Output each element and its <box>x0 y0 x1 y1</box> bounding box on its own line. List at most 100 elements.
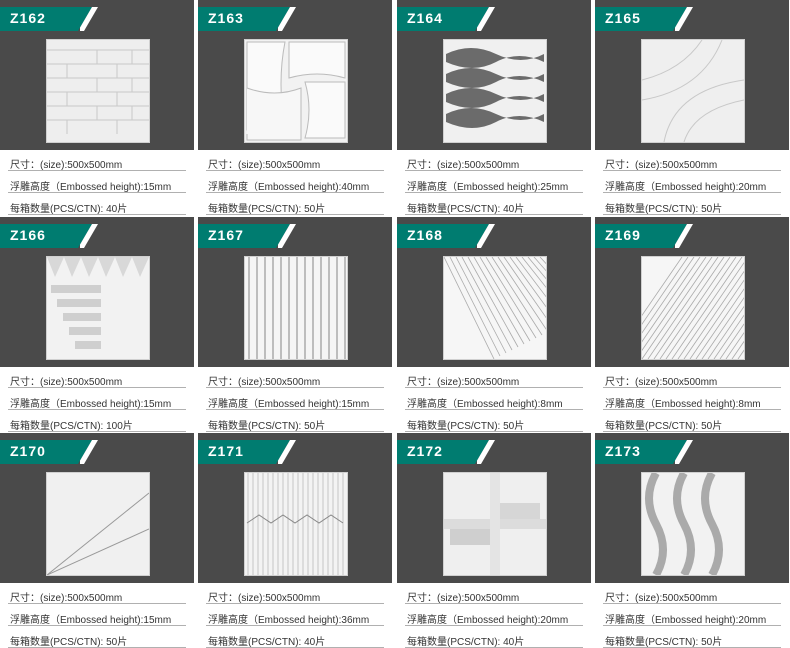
spec-height: 浮雕高度（Embossed height):8mm <box>605 399 761 410</box>
spec-size: 尺寸：(size):500x500mm <box>10 160 123 171</box>
product-catalog-grid: Z162 尺寸：(size):500x500mm 浮雕高度（Embossed he… <box>0 0 790 648</box>
spec-divider <box>206 214 384 215</box>
ribbed-arches-panel-icon <box>245 473 347 575</box>
product-code: Z169 <box>605 227 641 243</box>
spec-height: 浮雕高度（Embossed height):36mm <box>208 615 370 626</box>
spec-divider <box>405 214 583 215</box>
spec-divider <box>8 409 186 410</box>
cross-blocks-panel-icon <box>444 473 546 575</box>
product-card-z172: Z172 尺寸：(size):500x500mm 浮雕高度（Embossed he… <box>397 433 591 648</box>
product-spec-area: 尺寸：(size):500x500mm 浮雕高度（Embossed height)… <box>595 583 789 648</box>
product-spec-area: 尺寸：(size):500x500mm 浮雕高度（Embossed height)… <box>397 367 591 432</box>
spec-divider <box>8 170 186 171</box>
product-code: Z171 <box>208 443 244 459</box>
spec-height: 浮雕高度（Embossed height):15mm <box>10 399 172 410</box>
spec-height: 浮雕高度（Embossed height):40mm <box>208 182 370 193</box>
spec-height: 浮雕高度（Embossed height):15mm <box>10 182 172 193</box>
product-code: Z162 <box>10 10 46 26</box>
spec-size: 尺寸：(size):500x500mm <box>10 377 123 388</box>
product-code: Z167 <box>208 227 244 243</box>
product-card-z168: Z168 尺寸：(size):500x500mm 浮雕高度（Embossed he… <box>397 217 591 432</box>
spec-height: 浮雕高度（Embossed height):15mm <box>208 399 370 410</box>
spec-count: 每箱数量(PCS/CTN): 50片 <box>10 637 128 648</box>
spec-size: 尺寸：(size):500x500mm <box>407 593 520 604</box>
stacked-bricks-panel-icon <box>47 40 149 142</box>
spec-count: 每箱数量(PCS/CTN): 40片 <box>10 204 128 215</box>
product-card-z171: Z171 尺寸：(size):500x500mm 浮雕高度（Embossed he… <box>198 433 392 648</box>
spec-size: 尺寸：(size):500x500mm <box>208 593 321 604</box>
spec-height: 浮雕高度（Embossed height):8mm <box>407 399 563 410</box>
spec-size: 尺寸：(size):500x500mm <box>407 160 520 171</box>
spec-count: 每箱数量(PCS/CTN): 50片 <box>407 421 525 432</box>
spec-size: 尺寸：(size):500x500mm <box>605 377 718 388</box>
spec-divider <box>206 192 384 193</box>
product-card-z162: Z162 尺寸：(size):500x500mm 浮雕高度（Embossed he… <box>0 0 194 215</box>
spec-divider <box>603 409 781 410</box>
spec-count: 每箱数量(PCS/CTN): 50片 <box>605 421 723 432</box>
spec-size: 尺寸：(size):500x500mm <box>10 593 123 604</box>
product-code: Z168 <box>407 227 443 243</box>
spec-divider <box>8 387 186 388</box>
spec-divider <box>206 431 384 432</box>
product-card-z167: Z167 尺寸：(size):500x500mm 浮雕高度（Embossed he… <box>198 217 392 432</box>
product-spec-area: 尺寸：(size):500x500mm 浮雕高度（Embossed height)… <box>198 367 392 432</box>
diagonal-lines-panel-icon <box>444 257 546 359</box>
spec-divider <box>603 387 781 388</box>
spec-divider <box>8 214 186 215</box>
split-diagonal-panel-icon <box>47 473 149 575</box>
spec-count: 每箱数量(PCS/CTN): 100片 <box>10 421 133 432</box>
spec-divider <box>603 431 781 432</box>
spec-divider <box>405 431 583 432</box>
product-code: Z163 <box>208 10 244 26</box>
product-spec-area: 尺寸：(size):500x500mm 浮雕高度（Embossed height)… <box>0 150 194 215</box>
spec-divider <box>8 603 186 604</box>
product-code: Z166 <box>10 227 46 243</box>
spec-divider <box>206 625 384 626</box>
product-card-z166: Z166 尺寸：(size):500x500mm 浮雕高度（Embossed he… <box>0 217 194 432</box>
spec-divider <box>405 170 583 171</box>
spec-divider <box>603 192 781 193</box>
product-code: Z164 <box>407 10 443 26</box>
spec-divider <box>206 409 384 410</box>
double-waves-panel-icon <box>642 473 744 575</box>
product-card-z169: Z169 尺寸：(size):500x500mm 浮雕高度（Embossed he… <box>595 217 789 432</box>
triangle-steps-panel-icon <box>47 257 149 359</box>
spec-divider <box>206 603 384 604</box>
spec-divider <box>405 625 583 626</box>
spec-size: 尺寸：(size):500x500mm <box>208 377 321 388</box>
spec-height: 浮雕高度（Embossed height):20mm <box>605 615 767 626</box>
spec-divider <box>405 409 583 410</box>
vertical-flutes-panel-icon <box>245 257 347 359</box>
product-code: Z165 <box>605 10 641 26</box>
spec-size: 尺寸：(size):500x500mm <box>208 160 321 171</box>
product-card-z173: Z173 尺寸：(size):500x500mm 浮雕高度（Embossed he… <box>595 433 789 648</box>
spec-height: 浮雕高度（Embossed height):25mm <box>407 182 569 193</box>
spec-size: 尺寸：(size):500x500mm <box>605 593 718 604</box>
spec-count: 每箱数量(PCS/CTN): 40片 <box>407 637 525 648</box>
product-spec-area: 尺寸：(size):500x500mm 浮雕高度（Embossed height)… <box>595 367 789 432</box>
spec-divider <box>603 214 781 215</box>
product-spec-area: 尺寸：(size):500x500mm 浮雕高度（Embossed height)… <box>397 150 591 215</box>
product-spec-area: 尺寸：(size):500x500mm 浮雕高度（Embossed height)… <box>0 583 194 648</box>
product-code: Z173 <box>605 443 641 459</box>
spec-divider <box>8 431 186 432</box>
spec-height: 浮雕高度（Embossed height):20mm <box>407 615 569 626</box>
spec-size: 尺寸：(size):500x500mm <box>605 160 718 171</box>
spec-divider <box>603 603 781 604</box>
spec-divider <box>206 387 384 388</box>
spec-divider <box>206 170 384 171</box>
product-spec-area: 尺寸：(size):500x500mm 浮雕高度（Embossed height)… <box>198 583 392 648</box>
product-spec-area: 尺寸：(size):500x500mm 浮雕高度（Embossed height)… <box>595 150 789 215</box>
spec-divider <box>405 387 583 388</box>
crossed-diagonals-panel-icon <box>642 257 744 359</box>
spec-divider <box>8 192 186 193</box>
spec-count: 每箱数量(PCS/CTN): 50片 <box>605 637 723 648</box>
spec-count: 每箱数量(PCS/CTN): 40片 <box>407 204 525 215</box>
curved-tiles-panel-icon <box>245 40 347 142</box>
spec-divider <box>405 603 583 604</box>
spec-count: 每箱数量(PCS/CTN): 50片 <box>208 204 326 215</box>
spec-divider <box>603 170 781 171</box>
spec-size: 尺寸：(size):500x500mm <box>407 377 520 388</box>
arc-swirl-panel-icon <box>642 40 744 142</box>
product-card-z170: Z170 尺寸：(size):500x500mm 浮雕高度（Embossed he… <box>0 433 194 648</box>
